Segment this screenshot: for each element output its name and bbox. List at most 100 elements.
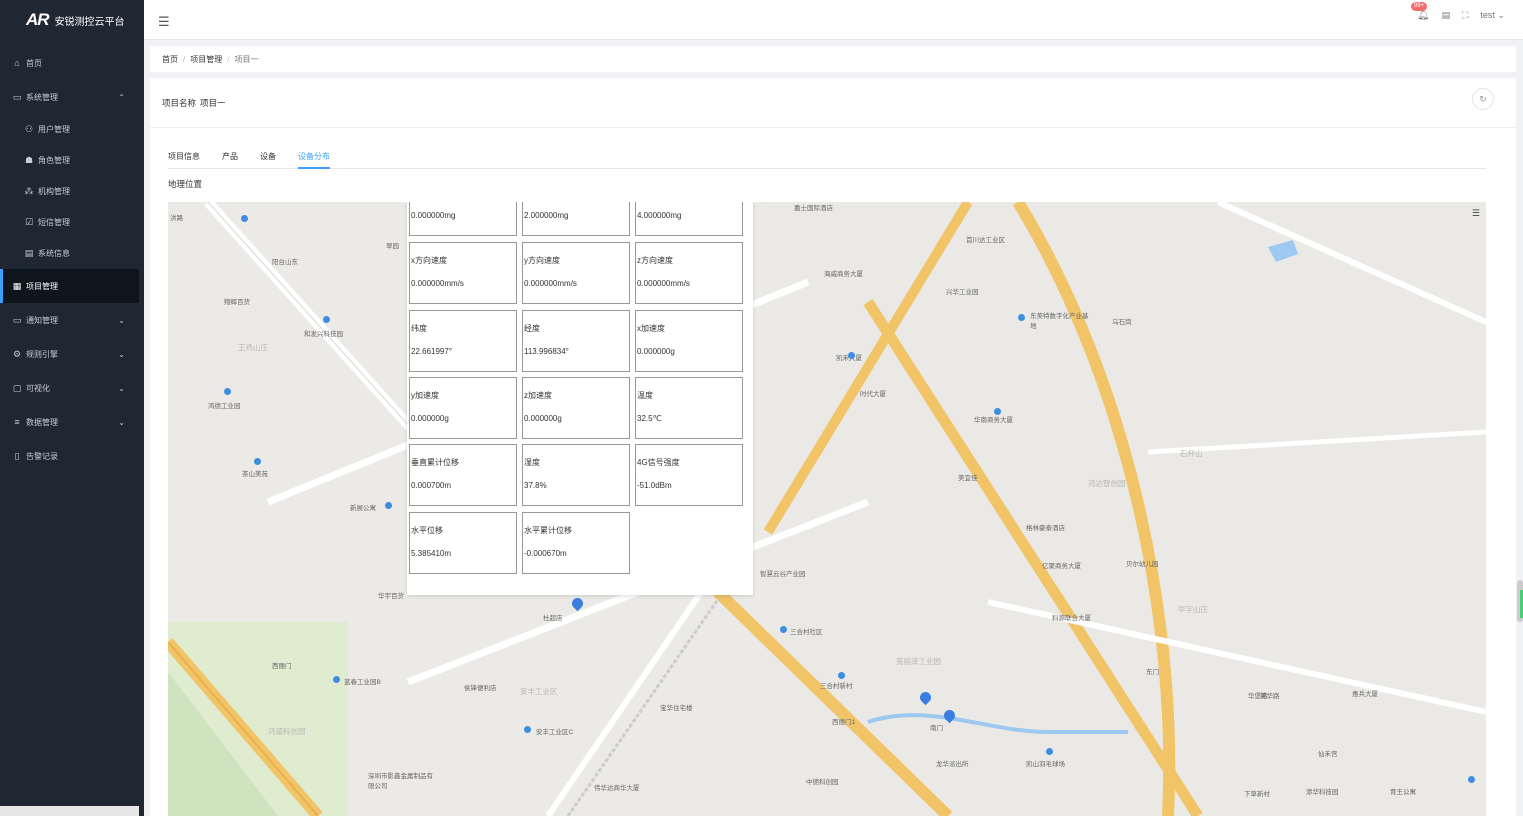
info-value: 5.385410m: [411, 549, 452, 558]
info-label: 水平位移: [411, 526, 443, 535]
notification-badge: 99+: [1410, 2, 1428, 11]
map-label: 下草新村: [1244, 791, 1270, 798]
chevron-down-icon: ⌄: [118, 383, 125, 393]
sidebar-item-home[interactable]: ⌂ 首页: [0, 46, 139, 80]
info-cell: x加速度 0.000000g: [635, 310, 743, 372]
sidebar-item-label: 系统信息: [38, 249, 70, 258]
map[interactable]: 洪路 阳台山东 翠园 翔辉百货 和发兴科技园 王鸡山庄 鸿德工业园 茶山美苑 新…: [168, 202, 1486, 816]
app-logo[interactable]: AR 安锐测控云平台: [0, 0, 139, 40]
map-poi[interactable]: [838, 672, 845, 679]
map-label: 新展公寓: [350, 505, 376, 512]
info-cell: 0.000000mg: [409, 202, 517, 236]
map-label: 凯山羽毛球场: [1026, 761, 1065, 768]
map-label: 南门: [930, 725, 943, 732]
map-label: 华宇百货: [378, 593, 404, 600]
info-label: 温度: [637, 391, 653, 400]
map-poi[interactable]: [1018, 314, 1025, 321]
info-value: 4.000000mg: [637, 211, 682, 220]
notification-bell[interactable]: 99+ 🔔︎: [1410, 2, 1430, 21]
info-label: 4G信号强度: [637, 458, 680, 467]
map-poi[interactable]: [333, 676, 340, 683]
geo-location-label: 地理位置: [168, 179, 203, 189]
map-poi[interactable]: [385, 502, 392, 509]
info-cell: z方向速度 0.000000mm/s: [635, 242, 743, 304]
sidebar-item-sysinfo[interactable]: ▤ 系统信息: [0, 238, 139, 269]
map-poi[interactable]: [1468, 776, 1475, 783]
map-label: 鸿德科创园: [268, 727, 306, 736]
info-label: z方向速度: [637, 256, 673, 265]
map-label: 洪路: [170, 215, 183, 222]
map-poi[interactable]: [994, 408, 1001, 415]
info-label: y方向速度: [524, 256, 560, 265]
map-label: 茶山美苑: [242, 471, 268, 478]
breadcrumb-current: 项目一: [234, 54, 259, 64]
sidebar-item-data[interactable]: ≡ 数据管理 ⌄: [0, 405, 139, 439]
tab-devices[interactable]: 设备: [260, 142, 276, 169]
sidebar-item-label: 用户管理: [38, 125, 70, 134]
info-label: 水平累计位移: [524, 526, 572, 535]
map-label: 东门: [1146, 669, 1159, 676]
breadcrumb-separator: /: [227, 54, 230, 64]
sidebar-item-projects[interactable]: ▦ 项目管理: [0, 269, 139, 303]
map-label: 杜超店: [543, 615, 563, 622]
info-value: 0.000700m: [411, 481, 452, 490]
info-cell: 水平累计位移 -0.000670m: [522, 512, 630, 574]
chevron-down-icon: ⌄: [1497, 10, 1505, 20]
sidebar-item-label: 机构管理: [38, 187, 70, 196]
sidebar-item-label: 规则引擎: [26, 349, 58, 359]
document-icon[interactable]: ▤: [1442, 10, 1451, 21]
project-name-label: 项目名称: [162, 97, 197, 108]
breadcrumb-home[interactable]: 首页: [162, 54, 178, 65]
map-poi[interactable]: [1046, 748, 1053, 755]
map-label: 格林豪泰酒店: [1026, 525, 1065, 532]
info-label: z加速度: [524, 391, 552, 400]
topbar-actions: 99+ 🔔︎ ▤ ⛶ test ⌄: [1410, 2, 1505, 21]
map-label: 科源联合大厦: [1052, 615, 1091, 622]
map-label: 育王公寓: [1390, 789, 1416, 796]
sidebar-item-org[interactable]: ⁂ 机构管理: [0, 176, 139, 207]
tab-device-distribution[interactable]: 设备分布: [298, 142, 330, 169]
map-label: 添华科技园: [1306, 789, 1339, 796]
sidebar-item-users[interactable]: ⚇ 用户管理: [0, 114, 139, 145]
map-label: 乌石岗: [1112, 319, 1132, 326]
sidebar-item-notice[interactable]: ▭ 通知管理 ⌄: [0, 303, 139, 337]
info-label: x方向速度: [411, 256, 447, 265]
tab-project-info[interactable]: 项目信息: [168, 142, 200, 169]
sidebar-item-label: 数据管理: [26, 417, 58, 427]
map-poi[interactable]: [848, 352, 855, 359]
refresh-button[interactable]: ↻: [1472, 88, 1494, 110]
sidebar-item-sms[interactable]: ☑ 短信管理: [0, 207, 139, 238]
hamburger-icon[interactable]: ☰: [158, 14, 170, 30]
sidebar-item-alarms[interactable]: ▯ 告警记录: [0, 439, 139, 473]
sidebar-item-roles[interactable]: ☗ 角色管理: [0, 145, 139, 176]
data-icon: ≡: [14, 417, 20, 427]
map-poi[interactable]: [323, 316, 330, 323]
info-cell: 2.000000mg: [522, 202, 630, 236]
map-label: 石杯山: [1180, 449, 1203, 458]
breadcrumb: 首页 / 项目管理 / 项目一: [150, 46, 1516, 72]
user-menu[interactable]: test ⌄: [1480, 10, 1505, 21]
info-value: 113.996834°: [524, 347, 569, 356]
sidebar-scrollbar[interactable]: [0, 806, 139, 816]
rule-icon: ⚙: [12, 348, 22, 359]
map-poi[interactable]: [780, 626, 787, 633]
info-icon: ▤: [24, 248, 34, 258]
tab-products[interactable]: 产品: [222, 142, 238, 169]
info-cell: 温度 32.5℃: [635, 377, 743, 439]
refresh-icon: ↻: [1479, 93, 1487, 104]
users-icon: ⚇: [24, 124, 34, 134]
sidebar-item-visual[interactable]: ▢ 可视化 ⌄: [0, 371, 139, 405]
map-poi[interactable]: [224, 388, 231, 395]
sidebar: AR 安锐测控云平台 ⌂ 首页 ▭ 系统管理 ⌃ ⚇ 用户管理 ☗ 角色管理 ⁂ 机构管理 …: [0, 0, 139, 816]
map-label: 海威商务大厦: [824, 271, 863, 278]
sidebar-item-system[interactable]: ▭ 系统管理 ⌃: [0, 80, 139, 114]
sidebar-item-rules[interactable]: ⚙ 规则引擎 ⌄: [0, 337, 139, 371]
breadcrumb-parent[interactable]: 项目管理: [190, 54, 222, 65]
map-label: 蓝春工业园B: [344, 679, 381, 686]
fullscreen-icon[interactable]: ⛶: [1462, 10, 1468, 21]
map-poi[interactable]: [254, 458, 261, 465]
info-value: 0.000000mg: [411, 211, 456, 220]
map-menu-icon[interactable]: ☰: [1472, 208, 1480, 219]
map-poi[interactable]: [241, 215, 248, 222]
map-poi[interactable]: [524, 726, 531, 733]
